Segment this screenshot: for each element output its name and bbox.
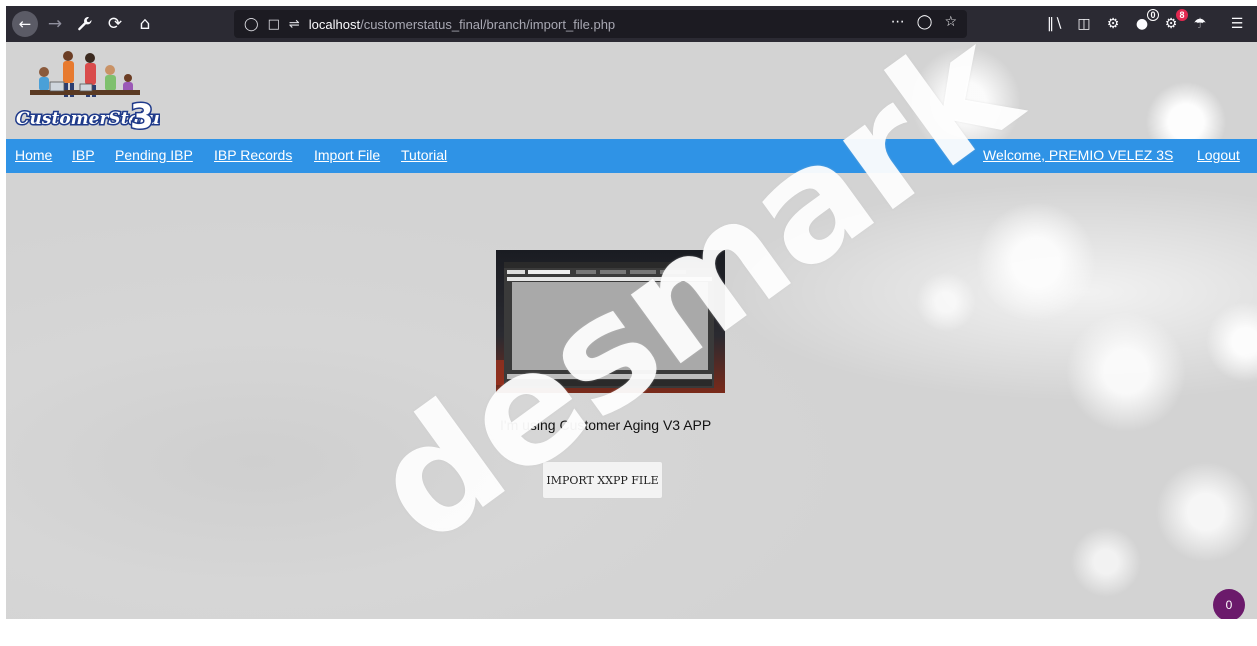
alert-badge: 8 — [1176, 9, 1188, 21]
nav-ibp[interactable]: IBP — [72, 147, 95, 163]
notification-extension-icon[interactable]: ● 0 — [1133, 9, 1159, 33]
menu-icon[interactable]: ☰ — [1228, 15, 1246, 33]
library-icon[interactable]: ‖∖ — [1046, 15, 1064, 33]
nav-ibp-records[interactable]: IBP Records — [214, 147, 292, 163]
permissions-icon[interactable]: ⇌ — [289, 17, 300, 32]
toolbar-extensions: ‖∖ ◫ ⚙ ● 0 ⚙ 8 ☂ ☰ — [1046, 6, 1246, 42]
svg-text:3: 3 — [130, 97, 154, 137]
import-xxpp-file-button[interactable]: IMPORT XXPP FILE — [542, 461, 663, 499]
chat-count-bubble[interactable]: 0 — [1213, 589, 1245, 619]
nav-home[interactable]: Home — [15, 147, 52, 163]
url-path: /customerstatus_final/branch/import_file… — [360, 16, 616, 32]
url-actions: ⋯ ◯ ☆ — [891, 14, 957, 30]
sidebar-icon[interactable]: ◫ — [1075, 15, 1093, 33]
app-preview-image — [496, 250, 725, 393]
back-arrow-icon[interactable]: ← — [12, 11, 38, 37]
bookmark-star-icon[interactable]: ☆ — [944, 14, 957, 30]
window-bottom-edge — [0, 619, 1257, 646]
url-bar[interactable]: ◯ □ ⇌ localhost/customerstatus_final/bra… — [234, 10, 967, 38]
extension-badge: 0 — [1147, 9, 1159, 21]
shield-icon[interactable]: ◯ — [244, 17, 259, 32]
pocket-icon[interactable]: ◯ — [917, 14, 933, 30]
nav-pending-ibp[interactable]: Pending IBP — [115, 147, 193, 163]
nav-logout[interactable]: Logout — [1197, 147, 1240, 163]
main-navbar: Home IBP Pending IBP IBP Records Import … — [6, 139, 1257, 173]
customer-status-logo[interactable]: CustomerStatus 3 — [10, 44, 160, 138]
alert-extension-icon[interactable]: ⚙ 8 — [1162, 9, 1188, 33]
extension-icon[interactable]: ⚙ — [1104, 15, 1122, 33]
nav-tutorial[interactable]: Tutorial — [401, 147, 447, 163]
url-host: localhost — [308, 16, 361, 32]
browser-window: ← → ⟳ ⌂ ◯ □ ⇌ localhost/customerstatus_f… — [0, 0, 1257, 646]
forward-arrow-icon[interactable]: → — [40, 9, 70, 39]
reload-icon[interactable]: ⟳ — [100, 9, 130, 39]
page-content: CustomerStatus 3 Home IBP Pending IBP IB… — [6, 42, 1257, 619]
wrench-icon[interactable] — [70, 9, 100, 39]
page-icon: □ — [267, 16, 280, 32]
nav-import-file[interactable]: Import File — [314, 147, 380, 163]
home-icon[interactable]: ⌂ — [130, 9, 160, 39]
profile-extension-icon[interactable]: ☂ — [1191, 15, 1209, 33]
nav-welcome-user[interactable]: Welcome, PREMIO VELEZ 3S — [983, 147, 1173, 163]
main-content: I'm using Customer Aging V3 APP IMPORT X… — [6, 173, 1257, 619]
site-header: CustomerStatus 3 — [6, 42, 1257, 139]
browser-toolbar: ← → ⟳ ⌂ ◯ □ ⇌ localhost/customerstatus_f… — [6, 6, 1257, 42]
app-caption: I'm using Customer Aging V3 APP — [500, 417, 712, 433]
more-actions-icon[interactable]: ⋯ — [891, 14, 905, 30]
